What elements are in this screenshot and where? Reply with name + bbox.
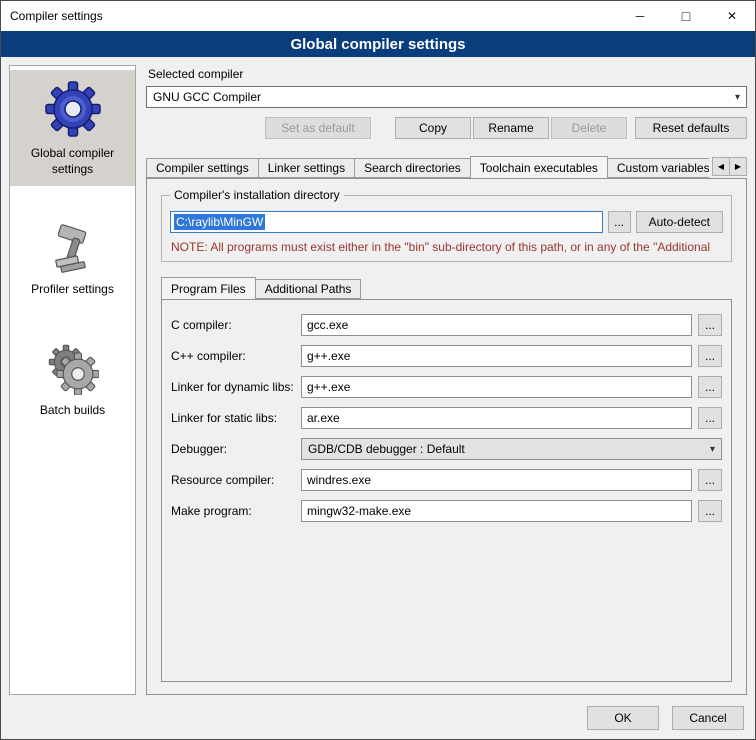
field-row-static-linker: Linker for static libs: ... xyxy=(171,407,722,429)
field-row-cpp-compiler: C++ compiler: ... xyxy=(171,345,722,367)
field-label: Linker for dynamic libs: xyxy=(171,380,295,394)
settings-tabbar: Compiler settings Linker settings Search… xyxy=(146,154,747,178)
tab-toolchain-executables[interactable]: Toolchain executables xyxy=(470,156,608,178)
maximize-button[interactable]: □ xyxy=(663,1,709,31)
tab-program-files[interactable]: Program Files xyxy=(161,277,256,299)
program-files-panel: C compiler: ... C++ compiler: ... Linker… xyxy=(161,299,732,682)
installation-directory-row: C:\raylib\MinGW ... Auto-detect xyxy=(170,211,723,233)
cancel-button[interactable]: Cancel xyxy=(672,706,744,730)
field-label: C++ compiler: xyxy=(171,349,295,363)
field-row-c-compiler: C compiler: ... xyxy=(171,314,722,336)
sidebar-item-label: Global compiler settings xyxy=(13,146,132,177)
sidebar-item-label: Profiler settings xyxy=(31,282,114,298)
installation-directory-browse-button[interactable]: ... xyxy=(608,211,631,233)
blue-gear-icon xyxy=(44,80,102,141)
tab-scroll-left-button[interactable]: ◀ xyxy=(712,157,730,176)
arrow-left-icon: ◀ xyxy=(718,162,724,171)
make-program-browse-button[interactable]: ... xyxy=(698,500,722,522)
sidebar-item-label: Batch builds xyxy=(40,403,105,419)
static-linker-input[interactable] xyxy=(301,407,692,429)
delete-button[interactable]: Delete xyxy=(551,117,627,139)
sidebar-item-profiler-settings[interactable]: Profiler settings xyxy=(10,212,135,307)
close-button[interactable]: ✕ xyxy=(709,1,755,31)
installation-directory-group: Compiler's installation directory C:\ray… xyxy=(161,195,732,262)
auto-detect-button[interactable]: Auto-detect xyxy=(636,211,723,233)
ok-button[interactable]: OK xyxy=(587,706,659,730)
reset-defaults-button[interactable]: Reset defaults xyxy=(635,117,747,139)
tab-linker-settings[interactable]: Linker settings xyxy=(258,158,355,178)
field-row-dynamic-linker: Linker for dynamic libs: ... xyxy=(171,376,722,398)
main-panel: Selected compiler GNU GCC Compiler ▾ Set… xyxy=(146,65,747,695)
cpp-compiler-input[interactable] xyxy=(301,345,692,367)
debugger-select[interactable]: GDB/CDB debugger : Default ▾ xyxy=(301,438,722,460)
minimize-icon: ─ xyxy=(636,9,645,23)
dynamic-linker-input[interactable] xyxy=(301,376,692,398)
tab-compiler-settings[interactable]: Compiler settings xyxy=(146,158,259,178)
copy-button[interactable]: Copy xyxy=(395,117,471,139)
arrow-right-icon: ▶ xyxy=(735,162,741,171)
program-files-tabbar: Program Files Additional Paths xyxy=(161,275,732,299)
toolchain-executables-panel: Compiler's installation directory C:\ray… xyxy=(146,178,747,695)
maximize-icon: □ xyxy=(682,8,690,24)
gray-gears-icon xyxy=(47,343,99,398)
tab-custom-variables[interactable]: Custom variables xyxy=(607,158,709,178)
tab-additional-paths[interactable]: Additional Paths xyxy=(255,279,362,299)
tab-scroll-controls: ◀ ▶ xyxy=(712,157,747,176)
cpp-compiler-browse-button[interactable]: ... xyxy=(698,345,722,367)
make-program-input[interactable] xyxy=(301,500,692,522)
field-row-debugger: Debugger: GDB/CDB debugger : Default ▾ xyxy=(171,438,722,460)
resource-compiler-browse-button[interactable]: ... xyxy=(698,469,722,491)
field-label: Resource compiler: xyxy=(171,473,295,487)
installation-directory-value: C:\raylib\MinGW xyxy=(174,214,265,230)
chevron-down-icon: ▾ xyxy=(710,444,715,455)
window-title: Compiler settings xyxy=(10,9,617,23)
field-label: Make program: xyxy=(171,504,295,518)
close-icon: ✕ xyxy=(727,9,737,23)
minimize-button[interactable]: ─ xyxy=(617,1,663,31)
profiler-hammer-icon xyxy=(47,222,99,277)
static-linker-browse-button[interactable]: ... xyxy=(698,407,722,429)
compiler-actions: Set as default Copy Rename Delete Reset … xyxy=(146,117,747,139)
tab-search-directories[interactable]: Search directories xyxy=(354,158,471,178)
rename-button[interactable]: Rename xyxy=(473,117,549,139)
resource-compiler-input[interactable] xyxy=(301,469,692,491)
field-row-resource-compiler: Resource compiler: ... xyxy=(171,469,722,491)
debugger-select-value: GDB/CDB debugger : Default xyxy=(308,442,465,456)
installation-note: NOTE: All programs must exist either in … xyxy=(171,240,722,254)
sidebar-item-batch-builds[interactable]: Batch builds xyxy=(10,333,135,428)
dynamic-linker-browse-button[interactable]: ... xyxy=(698,376,722,398)
compiler-select[interactable]: GNU GCC Compiler ▾ xyxy=(146,86,747,108)
field-label: Linker for static libs: xyxy=(171,411,295,425)
tab-scroll-right-button[interactable]: ▶ xyxy=(729,157,747,176)
page-title: Global compiler settings xyxy=(1,31,755,57)
c-compiler-browse-button[interactable]: ... xyxy=(698,314,722,336)
field-label: Debugger: xyxy=(171,442,295,456)
chevron-down-icon: ▾ xyxy=(735,92,740,103)
tabs-strip: Compiler settings Linker settings Search… xyxy=(146,154,709,178)
set-as-default-button[interactable]: Set as default xyxy=(265,117,371,139)
subtabs-strip: Program Files Additional Paths xyxy=(161,275,694,299)
titlebar: Compiler settings ─ □ ✕ xyxy=(1,1,755,31)
compiler-settings-window: Compiler settings ─ □ ✕ Global compiler … xyxy=(0,0,756,740)
c-compiler-input[interactable] xyxy=(301,314,692,336)
compiler-select-value: GNU GCC Compiler xyxy=(153,90,261,104)
field-row-make-program: Make program: ... xyxy=(171,500,722,522)
dialog-footer: OK Cancel xyxy=(1,697,755,739)
dialog-body: Global compiler settings Profiler settin… xyxy=(1,57,755,697)
sidebar: Global compiler settings Profiler settin… xyxy=(9,65,136,695)
sidebar-item-global-compiler-settings[interactable]: Global compiler settings xyxy=(10,70,135,186)
window-controls: ─ □ ✕ xyxy=(617,1,755,31)
installation-directory-group-title: Compiler's installation directory xyxy=(170,188,344,202)
installation-directory-input[interactable]: C:\raylib\MinGW xyxy=(170,211,603,233)
selected-compiler-label: Selected compiler xyxy=(148,67,747,81)
field-label: C compiler: xyxy=(171,318,295,332)
